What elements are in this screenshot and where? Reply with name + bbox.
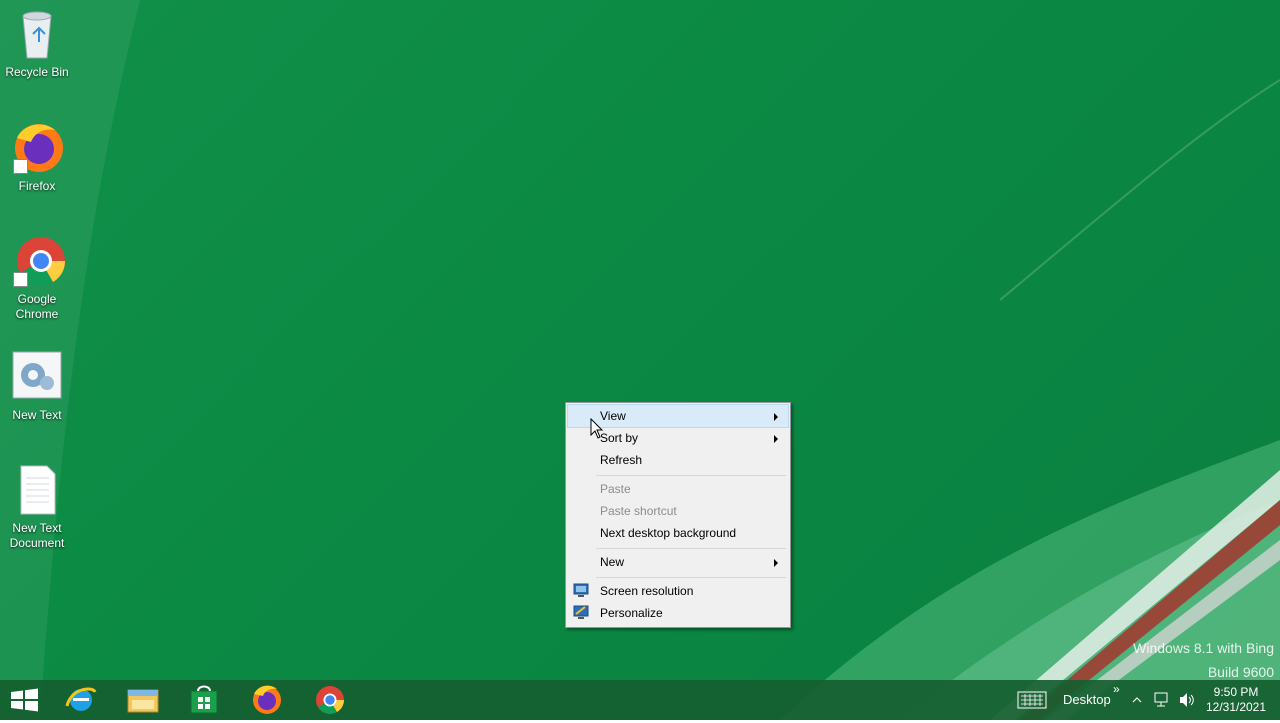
taskbar-chrome[interactable] (302, 680, 358, 720)
menu-item-label: Next desktop background (600, 526, 737, 540)
menu-separator (596, 475, 786, 476)
menu-item-personalize[interactable]: Personalize (568, 602, 788, 624)
desktop-icon-recycle-bin[interactable]: Recycle Bin (4, 6, 70, 80)
store-icon (190, 685, 218, 714)
start-icon (11, 688, 38, 712)
menu-item-label: Refresh (600, 453, 643, 467)
internet-explorer-icon (65, 687, 97, 711)
toolbar-chevron[interactable]: » (1113, 682, 1120, 696)
mouse-cursor-icon (590, 418, 604, 439)
chrome-icon (316, 686, 344, 714)
desktop-icon-label: New Text (12, 408, 62, 422)
clock-date: 12/31/2021 (1205, 700, 1267, 714)
watermark-edition: Windows 8.1 with Bing (1133, 640, 1274, 656)
taskbar-firefox[interactable] (239, 680, 295, 720)
desktop-icon-label: New Text Document (9, 521, 65, 550)
recycle-bin-icon (9, 6, 65, 62)
menu-item-next-desktop-background[interactable]: Next desktop background (568, 522, 788, 544)
menu-item-new[interactable]: New (568, 551, 788, 573)
menu-item-refresh[interactable]: Refresh (568, 449, 788, 471)
file-explorer-icon (127, 689, 159, 713)
desktop-icon-label: Recycle Bin (5, 65, 69, 79)
menu-separator (596, 577, 786, 578)
personalize-icon (573, 605, 589, 619)
chrome-icon (9, 233, 66, 289)
menu-item-label: Paste (600, 482, 631, 496)
taskbar-internet-explorer[interactable] (53, 680, 109, 720)
shortcut-arrow-icon (13, 159, 28, 174)
firefox-icon (253, 685, 281, 714)
menu-item-label: New (600, 555, 625, 569)
start-button[interactable] (0, 680, 56, 720)
taskbar-file-explorer[interactable] (115, 680, 171, 720)
menu-separator (596, 548, 786, 549)
network-icon[interactable] (1153, 691, 1171, 709)
desktop-icon-label: Firefox (18, 179, 56, 193)
taskbar-store[interactable] (176, 680, 232, 720)
clock[interactable]: 9:50 PM 12/31/2021 (1196, 685, 1276, 715)
shortcut-arrow-icon (13, 272, 28, 287)
volume-icon[interactable] (1178, 691, 1196, 709)
touch-keyboard-icon[interactable] (1017, 691, 1047, 709)
taskbar: Desktop » 9:50 PM 12/31/2021 (0, 680, 1280, 720)
firefox-icon (9, 120, 65, 176)
submenu-arrow-icon (774, 559, 778, 567)
menu-item-label: Personalize (600, 606, 663, 620)
desktop-icon-new-text-document[interactable]: New Text Document (4, 462, 70, 551)
desktop-icon-label: Google Chrome (15, 292, 59, 321)
show-hidden-icons-icon[interactable] (1131, 696, 1143, 704)
menu-item-screen-resolution[interactable]: Screen resolution (568, 580, 788, 602)
desktop-icon-firefox[interactable]: Firefox (4, 120, 70, 194)
monitor-icon (573, 583, 589, 597)
desktop-icon-chrome[interactable]: Google Chrome (4, 233, 70, 322)
clock-time: 9:50 PM (1213, 685, 1259, 699)
desktop-icon-new-text[interactable]: New Text (4, 349, 70, 423)
menu-item-paste-shortcut: Paste shortcut (568, 500, 788, 522)
settings-gear-icon (9, 349, 65, 405)
desktop-toolbar-label[interactable]: Desktop (1063, 692, 1111, 707)
menu-item-label: Paste shortcut (600, 504, 677, 518)
menu-item-paste: Paste (568, 478, 788, 500)
submenu-arrow-icon (774, 413, 778, 421)
menu-item-label: Sort by (600, 431, 639, 445)
windows-watermark: Windows 8.1 with Bing Build 9600 (1133, 636, 1274, 684)
text-document-icon (9, 462, 65, 518)
submenu-arrow-icon (774, 435, 778, 443)
menu-item-label: Screen resolution (600, 584, 694, 598)
